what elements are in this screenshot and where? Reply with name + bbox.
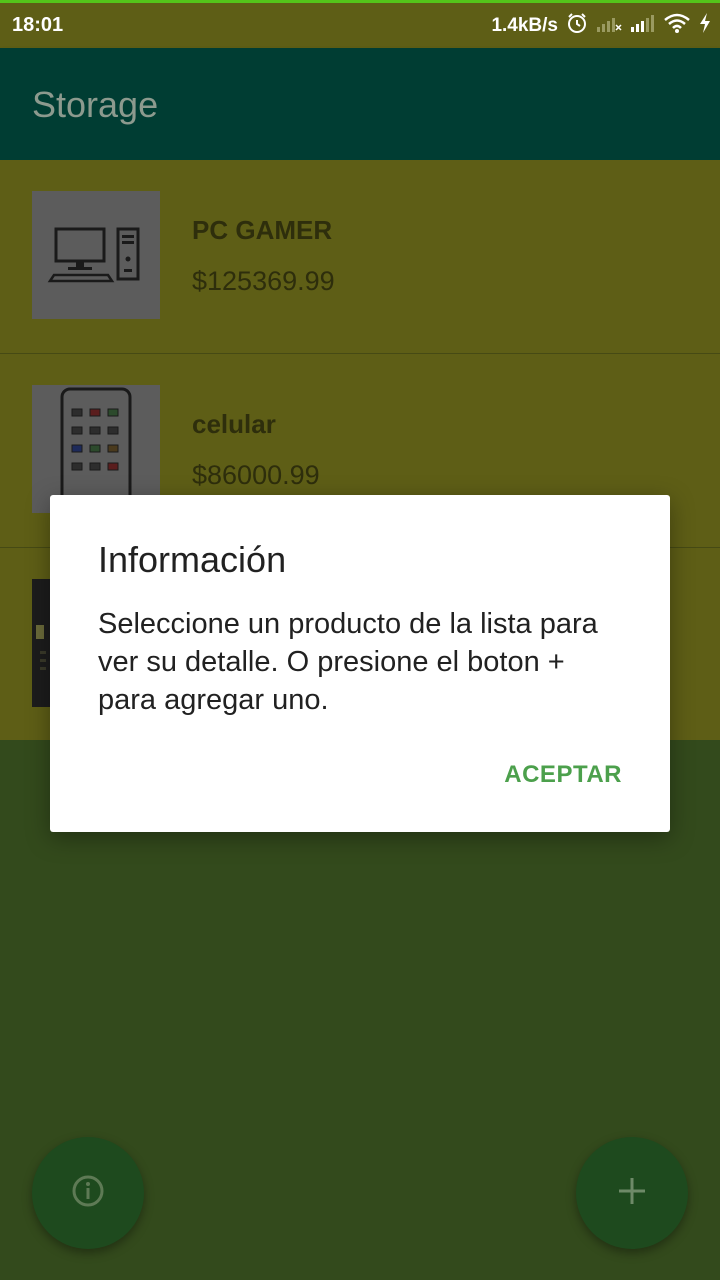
dialog-message: Seleccione un producto de la lista para … xyxy=(98,608,598,716)
app-bar: Storage xyxy=(0,48,720,160)
accept-button[interactable]: ACEPTAR xyxy=(504,761,622,789)
smartphone-icon xyxy=(32,385,160,513)
status-icons: 1.4kB/s xyxy=(491,12,712,39)
status-bar: 18:01 1.4kB/s xyxy=(0,0,720,48)
list-item[interactable]: PC GAMER $125369.99 xyxy=(0,160,720,354)
info-icon xyxy=(71,1174,105,1213)
info-button[interactable] xyxy=(32,1137,144,1249)
signal-icon xyxy=(630,13,656,38)
plus-icon xyxy=(616,1175,648,1212)
product-price: $125369.99 xyxy=(192,266,335,296)
charging-icon xyxy=(698,12,712,39)
alarm-icon xyxy=(566,12,588,39)
info-dialog: Información Seleccione un producto de la… xyxy=(50,495,670,832)
status-time: 18:01 xyxy=(12,14,64,36)
network-speed: 1.4kB/s xyxy=(491,14,558,36)
dialog-title: Información xyxy=(98,539,287,580)
desktop-computer-icon xyxy=(32,191,160,319)
wifi-icon xyxy=(664,13,690,38)
product-price: $86000.99 xyxy=(192,460,320,490)
add-product-button[interactable] xyxy=(576,1137,688,1249)
product-name: PC GAMER xyxy=(192,215,333,245)
product-name: celular xyxy=(192,409,276,439)
app-title: Storage xyxy=(32,84,159,125)
signal-x-icon xyxy=(596,13,622,38)
